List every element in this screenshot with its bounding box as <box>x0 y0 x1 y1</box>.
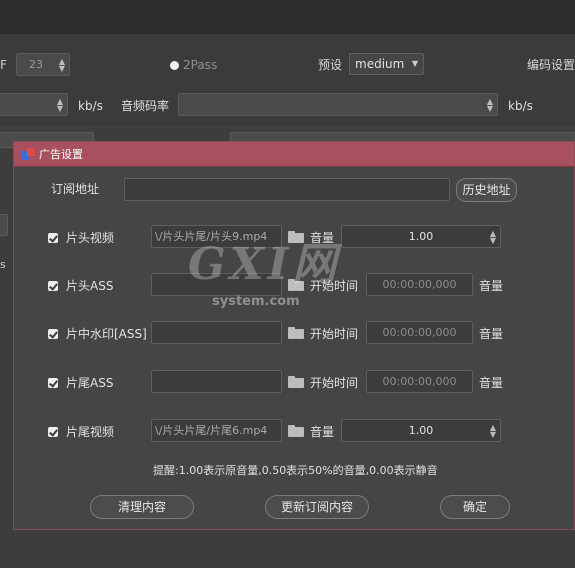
checkbox-checked-icon[interactable] <box>48 233 58 243</box>
folder-icon[interactable] <box>288 376 304 388</box>
checkbox-checked-icon[interactable] <box>48 378 58 388</box>
spinner-arrows-icon[interactable]: ▲ ▼ <box>57 97 63 112</box>
spinner-arrows-icon[interactable]: ▲ ▼ <box>487 97 493 112</box>
dialog-title: 广告设置 <box>39 148 83 161</box>
checkbox-checked-icon[interactable] <box>48 329 58 339</box>
rf-input[interactable]: 23 ▲ ▼ <box>16 53 70 76</box>
start-time-label: 开始时间 <box>310 376 359 390</box>
confirm-button[interactable]: 确定 <box>440 495 510 519</box>
radio-dot-icon[interactable] <box>170 61 179 70</box>
preset-value: medium <box>355 57 405 71</box>
history-button[interactable]: 历史地址 <box>456 178 517 202</box>
encode-settings-label: 编码设置 <box>527 58 575 72</box>
folder-icon[interactable] <box>288 279 304 291</box>
trailing-volume-label: 音量 <box>479 279 504 293</box>
watermark-start-time[interactable]: 00:00:00,000 <box>366 321 473 344</box>
preset-select[interactable]: medium ▼ <box>349 53 424 75</box>
video-bitrate-input[interactable]: ▲ ▼ <box>0 93 68 116</box>
audio-bitrate-label: 音频码率 <box>121 99 170 113</box>
checkbox-checked-icon[interactable] <box>48 427 58 437</box>
row-label-outro-video: 片尾视频 <box>66 425 115 439</box>
preset-label: 预设 <box>318 58 343 72</box>
intro-ass-start-time[interactable]: 00:00:00,000 <box>366 273 473 296</box>
twopass-label: 2Pass <box>183 58 218 72</box>
volume-label: 音量 <box>310 231 335 245</box>
row-label-intro-video: 片头视频 <box>66 231 115 245</box>
row-label-watermark-ass: 片中水印[ASS] <box>66 327 147 341</box>
volume-label: 音量 <box>310 425 335 439</box>
subscribe-input[interactable] <box>124 178 450 201</box>
rf-value: 23 <box>29 58 43 71</box>
row-label-intro-ass: 片头ASS <box>66 279 114 293</box>
intro-ass-path[interactable] <box>151 273 282 296</box>
outro-ass-path[interactable] <box>151 370 282 393</box>
watermark-ass-path[interactable] <box>151 321 282 344</box>
spinner-arrows-icon[interactable]: ▲ ▼ <box>59 57 65 72</box>
dialog-title-bar: 广告设置 <box>14 142 574 167</box>
encode-row-1: F 23 ▲ ▼ 2Pass 预设 medium ▼ 编码设置 <box>0 34 575 92</box>
app-top-bar <box>0 0 575 34</box>
intro-video-path[interactable]: \/片头片尾/片头9.mp4 <box>151 225 282 248</box>
trailing-volume-label: 音量 <box>479 327 504 341</box>
intro-volume-value: 1.00 <box>408 230 434 243</box>
checkbox-checked-icon[interactable] <box>48 281 58 291</box>
volume-hint: 提醒:1.00表示原音量,0.50表示50%的音量,0.00表示静音 <box>153 464 438 477</box>
app-logo-icon <box>21 148 35 161</box>
side-glyph: s <box>0 258 6 271</box>
hidden-control-3[interactable] <box>0 214 8 236</box>
row-label-outro-ass: 片尾ASS <box>66 376 114 390</box>
outro-ass-start-time[interactable]: 00:00:00,000 <box>366 370 473 393</box>
intro-volume-spinbox[interactable]: 1.00 ▲ ▼ <box>341 225 501 248</box>
update-subscription-button[interactable]: 更新订阅内容 <box>265 495 369 519</box>
ad-settings-dialog: 广告设置 订阅地址 历史地址 片头视频 \/片头片尾/片头9.mp4 音量 1.… <box>13 141 575 530</box>
folder-icon[interactable] <box>288 231 304 243</box>
clear-content-button[interactable]: 清理内容 <box>90 495 194 519</box>
spinner-arrows-icon[interactable]: ▲ ▼ <box>490 229 496 244</box>
folder-icon[interactable] <box>288 327 304 339</box>
spinner-arrows-icon[interactable]: ▲ ▼ <box>490 423 496 438</box>
outro-volume-value: 1.00 <box>408 424 434 437</box>
start-time-label: 开始时间 <box>310 279 359 293</box>
subscribe-label: 订阅地址 <box>51 182 100 196</box>
audio-bitrate-input[interactable]: ▲ ▼ <box>178 93 498 116</box>
folder-icon[interactable] <box>288 425 304 437</box>
rf-label-partial: F <box>0 58 7 72</box>
start-time-label: 开始时间 <box>310 327 359 341</box>
audio-kbs-unit: kb/s <box>508 99 533 113</box>
outro-video-path[interactable]: \/片头片尾/片尾6.mp4 <box>151 419 282 442</box>
video-kbs-unit: kb/s <box>78 99 103 113</box>
dropdown-arrow-icon: ▼ <box>411 59 418 68</box>
trailing-volume-label: 音量 <box>479 376 504 390</box>
encode-row-2: ▲ ▼ kb/s 音频码率 ▲ ▼ kb/s <box>0 92 575 124</box>
outro-volume-spinbox[interactable]: 1.00 ▲ ▼ <box>341 419 501 442</box>
